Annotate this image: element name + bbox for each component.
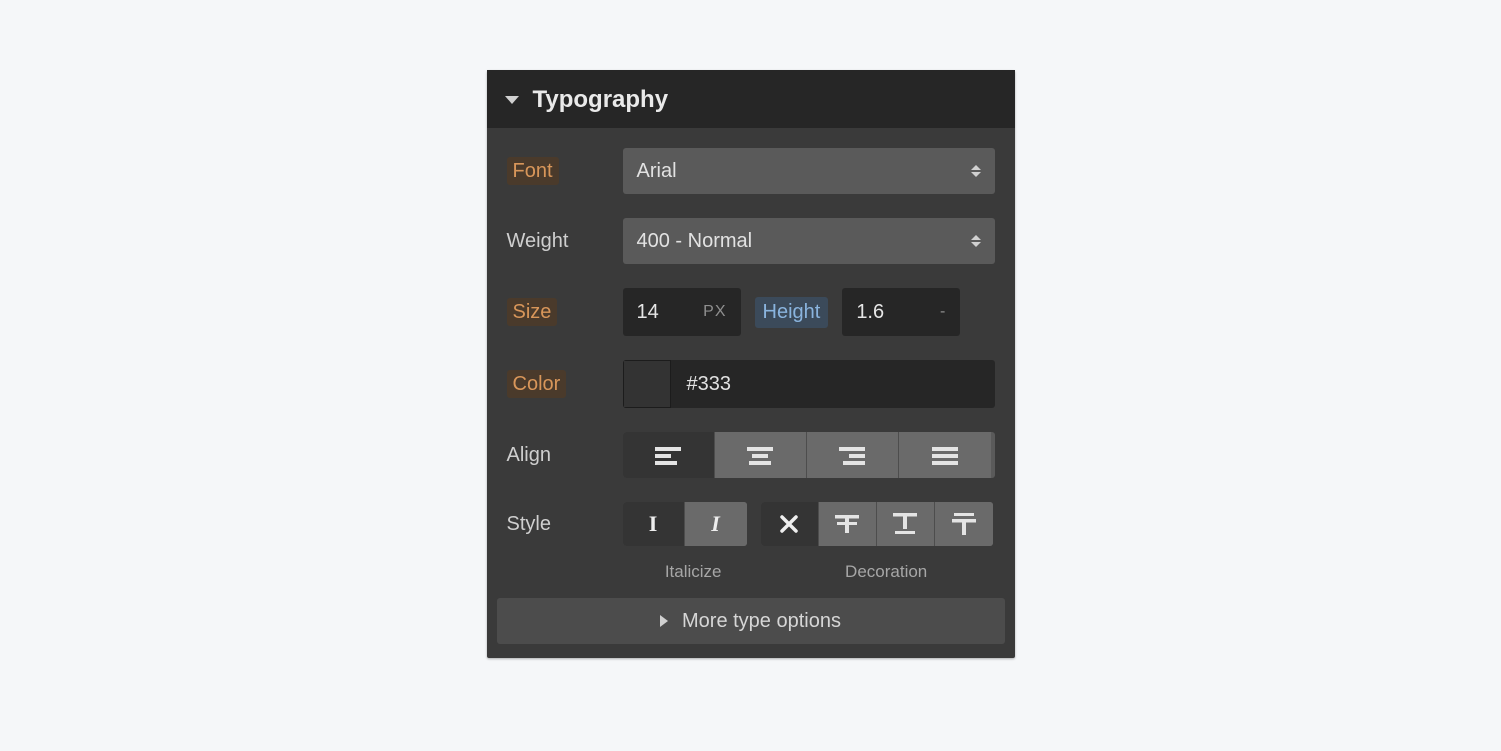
decoration-underline-button[interactable]	[877, 502, 935, 546]
align-label: Align	[507, 444, 551, 466]
decoration-sublabel: Decoration	[778, 562, 995, 582]
font-value: Arial	[637, 160, 677, 183]
color-label: Color	[507, 370, 567, 398]
align-right-button[interactable]	[807, 432, 899, 478]
select-arrows-icon	[971, 235, 981, 247]
align-right-icon	[839, 445, 865, 465]
align-left-icon	[655, 445, 681, 465]
height-unit: -	[940, 303, 946, 321]
weight-label: Weight	[507, 230, 569, 252]
panel-body: Font Arial Weight 400 - Normal	[487, 128, 1015, 586]
size-value: 14	[637, 301, 659, 324]
color-input[interactable]: #333	[623, 360, 995, 408]
color-value: #333	[671, 360, 995, 408]
align-center-icon	[747, 445, 773, 465]
font-label: Font	[507, 157, 559, 185]
underline-icon	[893, 513, 917, 535]
height-value: 1.6	[856, 301, 884, 324]
italic-on-button[interactable]: I	[685, 502, 747, 546]
align-justify-button[interactable]	[899, 432, 991, 478]
panel-title: Typography	[533, 86, 669, 114]
size-row: Size 14 PX Height 1.6 -	[507, 288, 995, 336]
strikethrough-icon	[835, 513, 859, 535]
color-swatch[interactable]	[623, 360, 671, 408]
caret-right-icon	[660, 615, 668, 627]
italicize-segment: I I	[623, 502, 747, 546]
size-input[interactable]: 14 PX	[623, 288, 741, 336]
more-type-options-button[interactable]: More type options	[497, 598, 1005, 644]
italic-off-button[interactable]: I	[623, 502, 685, 546]
style-sublabels: Italicize Decoration	[623, 562, 995, 582]
typography-panel: Typography Font Arial Weight 400 - Norma…	[487, 70, 1015, 658]
size-unit: PX	[703, 303, 726, 321]
weight-select[interactable]: 400 - Normal	[623, 218, 995, 264]
style-row: Style I I	[507, 502, 995, 546]
panel-header[interactable]: Typography	[487, 70, 1015, 128]
caret-down-icon	[505, 96, 519, 104]
weight-value: 400 - Normal	[637, 230, 753, 253]
font-row: Font Arial	[507, 148, 995, 194]
font-select[interactable]: Arial	[623, 148, 995, 194]
color-row: Color #333	[507, 360, 995, 408]
align-segment	[623, 432, 995, 478]
more-label: More type options	[682, 610, 841, 633]
decoration-none-button[interactable]	[761, 502, 819, 546]
height-label: Height	[755, 297, 829, 328]
height-input[interactable]: 1.6 -	[842, 288, 960, 336]
decoration-overline-button[interactable]	[935, 502, 993, 546]
weight-row: Weight 400 - Normal	[507, 218, 995, 264]
decoration-segment	[761, 502, 993, 546]
x-icon	[780, 515, 798, 533]
align-row: Align	[507, 432, 995, 478]
regular-icon: I	[649, 511, 658, 537]
align-center-button[interactable]	[715, 432, 807, 478]
size-label: Size	[507, 298, 558, 326]
decoration-strike-button[interactable]	[819, 502, 877, 546]
overline-icon	[952, 513, 976, 535]
align-justify-icon	[932, 445, 958, 465]
align-left-button[interactable]	[623, 432, 715, 478]
style-label: Style	[507, 513, 551, 535]
italic-icon: I	[711, 511, 720, 537]
italicize-sublabel: Italicize	[623, 562, 764, 582]
select-arrows-icon	[971, 165, 981, 177]
